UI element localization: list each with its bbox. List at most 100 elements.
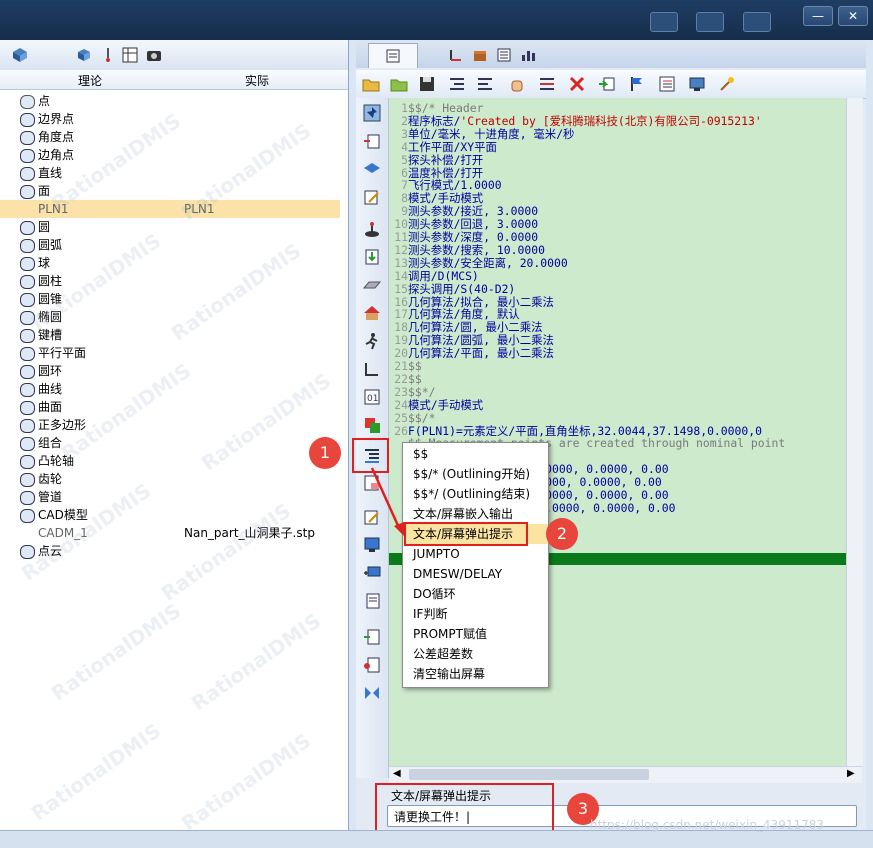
run-icon[interactable] — [363, 332, 381, 350]
tree-row[interactable]: 圆 — [0, 218, 340, 236]
cube-small-icon[interactable] — [76, 47, 92, 63]
tree-row[interactable]: 角度点 — [0, 128, 340, 146]
tree-row[interactable]: 球 — [0, 254, 340, 272]
list-add-icon[interactable] — [538, 75, 556, 93]
save-icon[interactable] — [418, 75, 436, 93]
counter-icon[interactable]: 01 — [363, 388, 381, 406]
menu-item[interactable]: PROMPT赋值 — [403, 624, 548, 644]
tree-item-label: 曲面 — [38, 400, 63, 414]
feature-icon — [20, 311, 35, 325]
menu-item[interactable]: 公差超差数 — [403, 644, 548, 664]
menu-item[interactable]: DO循环 — [403, 584, 548, 604]
tree-row[interactable]: 边角点 — [0, 146, 340, 164]
menu-item[interactable]: JUMPTO — [403, 544, 548, 564]
tree-item-label: 点云 — [38, 544, 63, 558]
tree-row[interactable]: 曲面 — [0, 398, 340, 416]
chart-icon[interactable] — [520, 47, 536, 63]
pin-icon[interactable] — [363, 104, 381, 122]
layers-icon[interactable] — [363, 160, 381, 178]
tree-row[interactable]: 圆环 — [0, 362, 340, 380]
open-file-icon[interactable] — [390, 75, 408, 93]
menu-item[interactable]: 文本/屏幕嵌入输出 — [403, 504, 548, 524]
flag-icon[interactable] — [628, 75, 646, 93]
monitor-icon[interactable] — [688, 75, 706, 93]
grid-icon[interactable] — [122, 47, 138, 63]
edit-icon[interactable] — [363, 188, 381, 206]
toolbar-icon-2[interactable] — [696, 12, 724, 32]
tree-row[interactable]: 凸轮轴 — [0, 452, 340, 470]
toolbar-icon-1[interactable] — [650, 12, 678, 32]
plane-icon[interactable] — [363, 276, 381, 294]
tree-row[interactable]: 平行平面 — [0, 344, 340, 362]
tree-row[interactable]: PLN1 PLN1 — [0, 200, 340, 218]
list-icon[interactable] — [496, 47, 512, 63]
horizontal-scrollbar[interactable]: ◀ ▶ — [389, 766, 862, 783]
cube-icon[interactable] — [12, 47, 28, 63]
toolbar-icon-3[interactable] — [743, 12, 771, 32]
code-text: $$ — [408, 371, 422, 386]
tree-row[interactable]: 圆锥 — [0, 290, 340, 308]
screen-add-icon[interactable] — [363, 564, 381, 582]
chest-icon[interactable] — [472, 47, 488, 63]
tab-program[interactable] — [368, 43, 418, 68]
tree-row[interactable]: CADM_1 Nan_part_山洞果子.stp — [0, 524, 340, 542]
menu-item[interactable]: IF判断 — [403, 604, 548, 624]
code-text: 调用/D(MCS) — [408, 268, 479, 283]
menu-item[interactable]: $$/* (Outlining开始) — [403, 464, 548, 484]
tree-row[interactable]: 正多边形 — [0, 416, 340, 434]
menu-item[interactable]: $$*/ (Outlining结束) — [403, 484, 548, 504]
tree-row[interactable]: 椭圆 — [0, 308, 340, 326]
magic-wand-icon[interactable] — [718, 75, 736, 93]
scroll-left-arrow[interactable]: ◀ — [393, 768, 401, 779]
tree-row[interactable]: 管道 — [0, 488, 340, 506]
camera-icon[interactable] — [146, 47, 162, 63]
indent-icon[interactable] — [448, 75, 466, 93]
axis-letter-icon[interactable] — [363, 360, 381, 378]
tree-row[interactable]: 点云 — [0, 542, 340, 560]
tree-row[interactable]: 边界点 — [0, 110, 340, 128]
mirror-icon[interactable] — [363, 684, 381, 702]
hand-icon[interactable] — [508, 75, 526, 93]
column-actual[interactable]: 实际 — [245, 72, 269, 89]
doc-export-icon[interactable] — [363, 656, 381, 674]
tree-row[interactable]: 圆柱 — [0, 272, 340, 290]
scroll-right-arrow[interactable]: ▶ — [847, 768, 855, 779]
insert-icon[interactable] — [363, 132, 381, 150]
tree-row[interactable]: 键槽 — [0, 326, 340, 344]
tree-row[interactable]: 组合 — [0, 434, 340, 452]
probe-icon[interactable] — [100, 47, 116, 63]
tree-row[interactable]: 面 — [0, 182, 340, 200]
list-view-icon[interactable] — [658, 75, 676, 93]
scroll-thumb[interactable] — [409, 769, 649, 780]
axis-icon[interactable] — [448, 47, 464, 63]
doc-list-icon[interactable] — [363, 592, 381, 610]
minimize-button[interactable]: — — [803, 6, 833, 26]
open-folder-icon[interactable] — [362, 75, 380, 93]
tree-row[interactable]: 直线 — [0, 164, 340, 182]
outdent-icon[interactable] — [476, 75, 494, 93]
feature-icon — [20, 293, 35, 307]
doc-import-icon[interactable] — [363, 628, 381, 646]
delete-icon[interactable] — [568, 75, 586, 93]
close-button[interactable]: ✕ — [838, 6, 868, 26]
tree-row[interactable]: 圆弧 — [0, 236, 340, 254]
move-down-icon[interactable] — [363, 248, 381, 266]
tree-row[interactable]: 点 — [0, 92, 340, 110]
vertical-scrollbar[interactable] — [846, 98, 863, 766]
home-icon[interactable] — [363, 304, 381, 322]
column-theory[interactable]: 理论 — [78, 72, 102, 89]
tree-row[interactable]: CAD模型 — [0, 506, 340, 524]
tree-row[interactable]: 曲线 — [0, 380, 340, 398]
line-number: 14 — [394, 268, 408, 283]
callout-2: 2 — [546, 518, 578, 550]
line-number: 3 — [401, 126, 408, 141]
joystick-icon[interactable] — [363, 220, 381, 238]
line-number: 26 — [394, 423, 408, 438]
add-block-icon[interactable] — [363, 416, 381, 434]
menu-item[interactable]: 清空输出屏幕 — [403, 664, 548, 684]
tree-row[interactable]: 齿轮 — [0, 470, 340, 488]
menu-item[interactable]: DMESW/DELAY — [403, 564, 548, 584]
editor-toolbar — [356, 70, 866, 99]
import-icon[interactable] — [598, 75, 616, 93]
menu-item[interactable]: $$ — [403, 444, 548, 464]
